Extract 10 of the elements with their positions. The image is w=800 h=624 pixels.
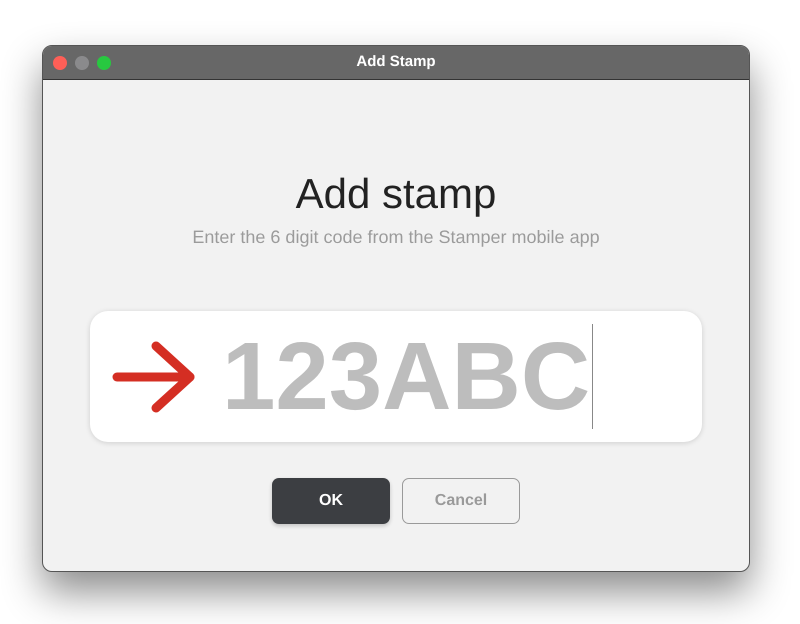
dialog-subtitle: Enter the 6 digit code from the Stamper mobile app xyxy=(192,226,600,249)
cancel-button[interactable]: Cancel xyxy=(402,478,520,524)
code-value: 123ABC xyxy=(222,328,590,424)
window-title: Add Stamp xyxy=(356,52,436,72)
code-field[interactable]: 123ABC xyxy=(90,311,702,442)
minimize-button[interactable] xyxy=(75,56,89,70)
dialog-heading: Add stamp xyxy=(296,170,496,218)
zoom-button[interactable] xyxy=(97,56,111,70)
ok-button[interactable]: OK xyxy=(272,478,390,524)
close-button[interactable] xyxy=(53,56,67,70)
